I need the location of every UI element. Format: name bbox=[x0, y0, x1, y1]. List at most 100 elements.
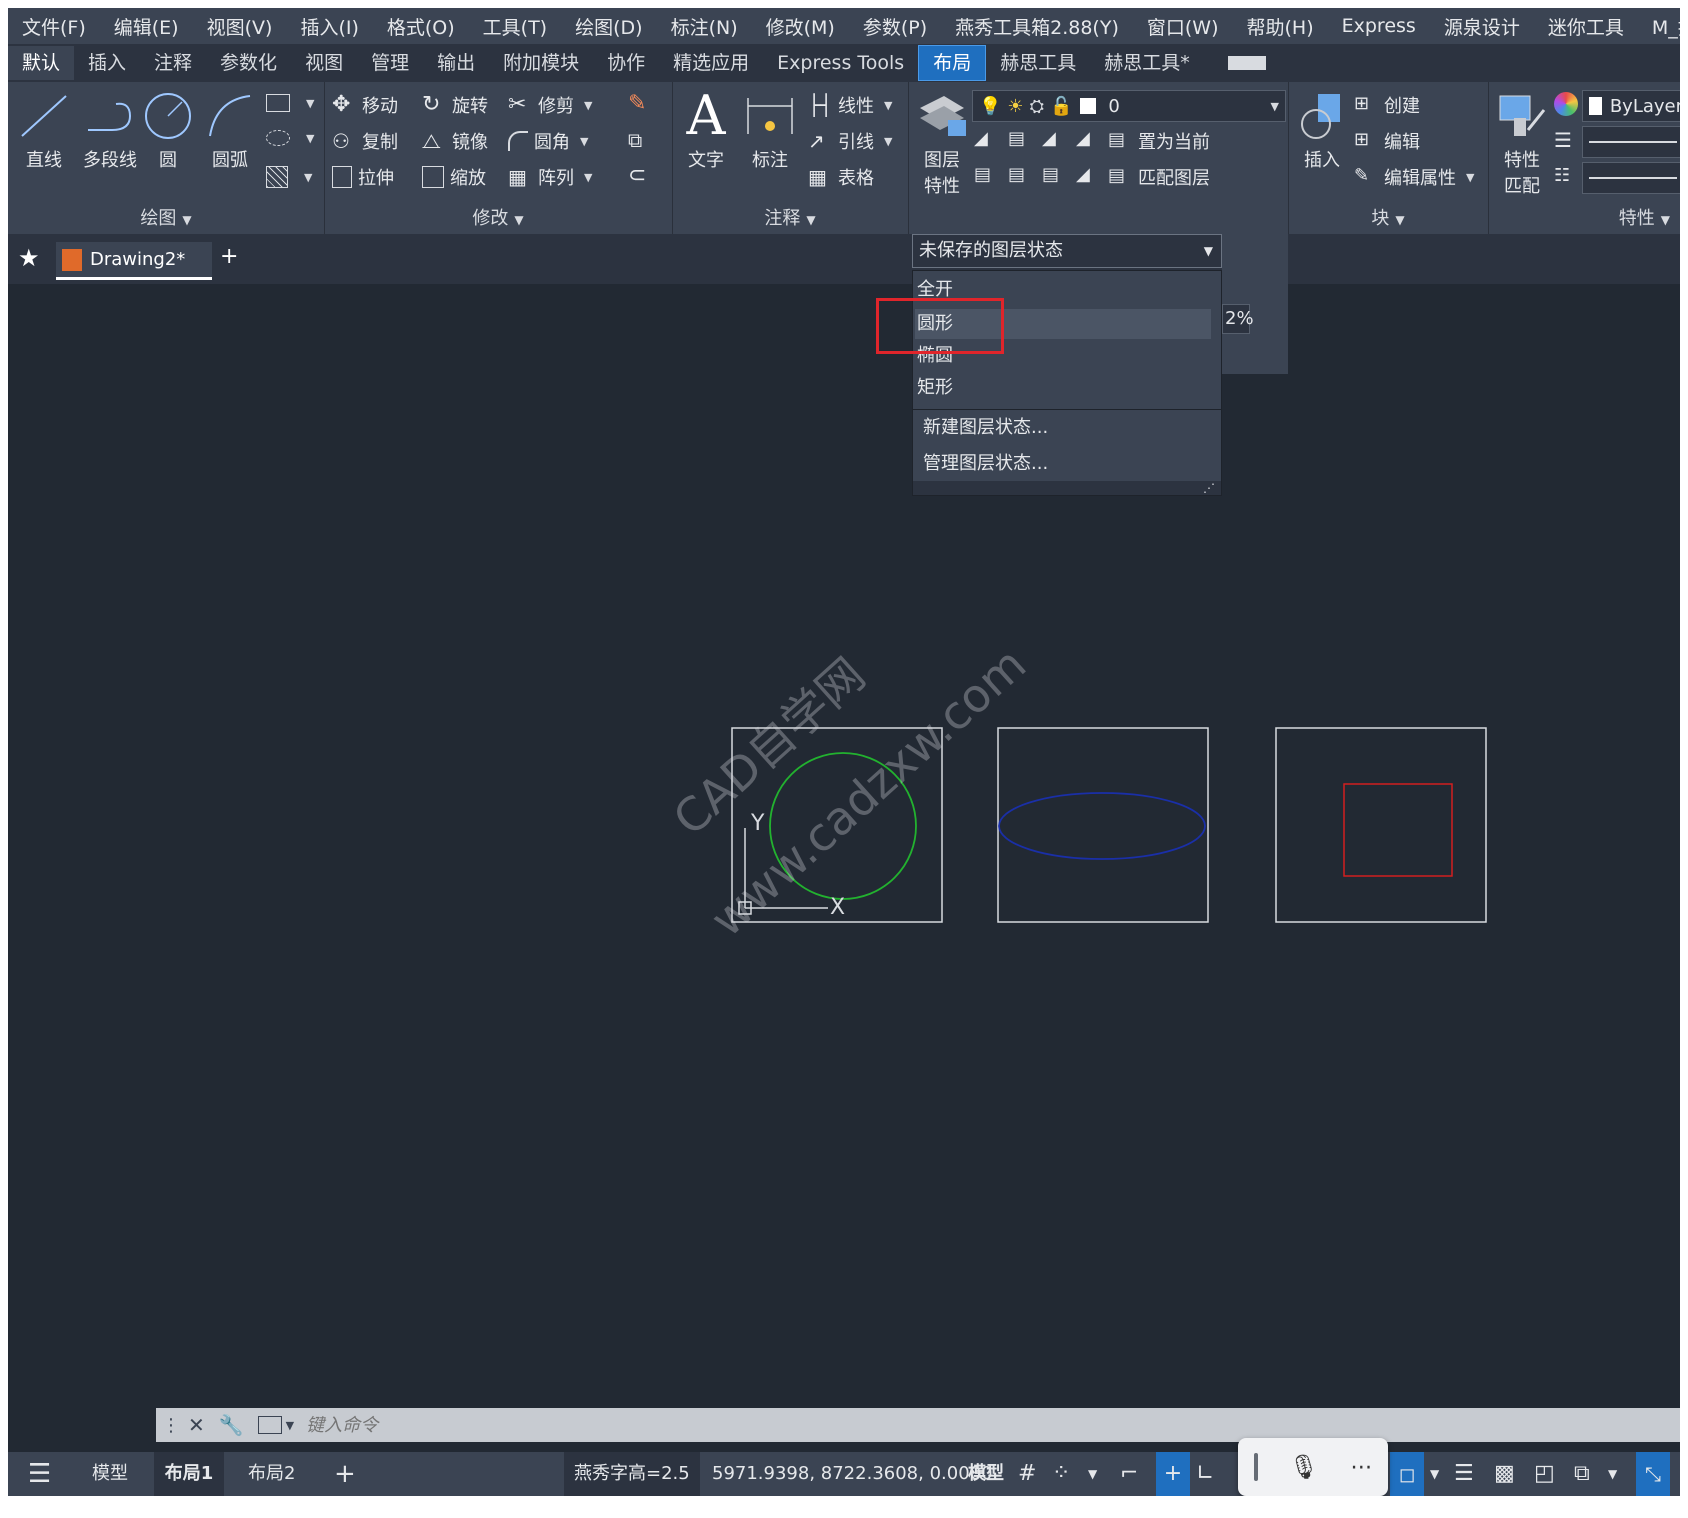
menu-edit[interactable]: 编辑(E) bbox=[100, 13, 193, 40]
layer-state-item-rectangle[interactable]: 矩形 bbox=[917, 373, 953, 403]
menu-batch-print[interactable]: M_批打印 bbox=[1638, 13, 1680, 40]
transparency-icon[interactable]: ▩ bbox=[1494, 1452, 1515, 1496]
move-button[interactable]: ✥ 移动 bbox=[332, 92, 398, 118]
rotate-button[interactable]: ↻ 旋转 bbox=[422, 92, 488, 118]
close-icon[interactable]: ✕ bbox=[188, 1413, 205, 1437]
menu-draw[interactable]: 绘图(D) bbox=[561, 13, 656, 40]
tab-featured[interactable]: 精选应用 bbox=[659, 46, 763, 80]
edit-attributes-button[interactable]: ✎ 编辑属性 ▼ bbox=[1354, 164, 1474, 190]
copy-button[interactable]: ⚇ 复制 bbox=[332, 128, 398, 154]
scale-button[interactable]: 缩放 bbox=[422, 164, 486, 190]
menu-param[interactable]: 参数(P) bbox=[849, 13, 941, 40]
tab-annotate[interactable]: 注释 bbox=[140, 46, 206, 80]
line-button[interactable]: 直线 bbox=[14, 90, 74, 172]
3d-osnap-icon[interactable]: ⧉ bbox=[1574, 1452, 1590, 1496]
viewport-frame-3[interactable] bbox=[1275, 727, 1487, 923]
menu-mini[interactable]: 迷你工具 bbox=[1534, 13, 1638, 40]
tab-manage[interactable]: 管理 bbox=[357, 46, 423, 80]
new-tab-plus-icon[interactable]: + bbox=[220, 244, 238, 269]
add-layout-plus-icon[interactable]: + bbox=[334, 1452, 356, 1496]
ribbon-minimize-icon[interactable] bbox=[1227, 56, 1266, 70]
tab-layout[interactable]: 布局 bbox=[918, 45, 987, 81]
linear-dim-button[interactable]: ├┤ 线性 ▼ bbox=[808, 92, 892, 118]
selection-cycling-icon[interactable]: ◰ bbox=[1534, 1452, 1555, 1496]
tab-hesi-2[interactable]: 赫思工具* bbox=[1090, 46, 1204, 80]
circle-button[interactable]: 圆 bbox=[138, 90, 198, 172]
grid-icon[interactable]: # bbox=[1018, 1452, 1036, 1496]
modify-panel-title[interactable]: 修改 ▼ bbox=[324, 204, 672, 230]
stretch-button[interactable]: 拉伸 bbox=[332, 164, 394, 190]
dimension-button[interactable]: 标注 bbox=[740, 90, 800, 172]
array-button[interactable]: ▦ 阵列 ▼ bbox=[508, 164, 592, 190]
trim-button[interactable]: ✂ 修剪 ▼ bbox=[508, 92, 592, 118]
draw-panel-title[interactable]: 绘图 ▼ bbox=[8, 204, 324, 230]
layer-properties-button[interactable]: 图层 特性 bbox=[912, 90, 972, 198]
menu-dimension[interactable]: 标注(N) bbox=[657, 13, 752, 40]
tab-view[interactable]: 视图 bbox=[291, 46, 357, 80]
menu-hamburger-icon[interactable]: ☰ bbox=[28, 1452, 51, 1496]
tab-hesi[interactable]: 赫思工具 bbox=[986, 46, 1090, 80]
3d-osnap-dropdown-icon[interactable]: ▼ bbox=[1608, 1452, 1617, 1496]
color-combo[interactable]: ByLayer bbox=[1582, 90, 1680, 122]
tab-collab[interactable]: 协作 bbox=[593, 46, 659, 80]
hatch-button[interactable]: ▼ bbox=[266, 166, 312, 188]
arc-button[interactable]: 圆弧 bbox=[200, 90, 260, 172]
menu-file[interactable]: 文件(F) bbox=[8, 13, 100, 40]
ellipse-button[interactable]: ▼ bbox=[266, 130, 314, 146]
explode-button[interactable]: ⧉ bbox=[628, 128, 658, 152]
layer-isolate-button[interactable]: ▤ bbox=[1008, 128, 1038, 152]
text-cursor-icon[interactable] bbox=[1253, 1453, 1258, 1481]
layer-unisolate-button[interactable]: ▤ bbox=[1008, 164, 1038, 188]
polyline-button[interactable]: 多段线 bbox=[74, 90, 146, 172]
block-panel-title[interactable]: 块 ▼ bbox=[1288, 204, 1488, 230]
linetype-combo[interactable] bbox=[1582, 162, 1680, 194]
tab-model[interactable]: 模型 bbox=[92, 1452, 128, 1496]
tab-default[interactable]: 默认 bbox=[8, 46, 75, 80]
ortho-icon[interactable]: ∟ bbox=[1196, 1452, 1214, 1496]
erase-button[interactable]: ✎ bbox=[628, 92, 658, 116]
leader-button[interactable]: ↗ 引线 ▼ bbox=[808, 128, 892, 154]
drawing-canvas[interactable]: Y X CAD自学网 www.cadzxw.com bbox=[8, 284, 1680, 1414]
partial-percentage-field[interactable]: 2% bbox=[1222, 304, 1254, 334]
layer-freeze-button[interactable]: ◢ bbox=[1042, 128, 1072, 152]
set-current-button[interactable]: ▤ 置为当前 bbox=[1108, 128, 1210, 154]
menu-yuanquan[interactable]: 源泉设计 bbox=[1430, 13, 1534, 40]
properties-panel-title[interactable]: 特性 ▼ bbox=[1488, 204, 1680, 230]
command-grip-icon[interactable]: ⋮ bbox=[162, 1415, 180, 1436]
tab-express-tools[interactable]: Express Tools bbox=[763, 46, 918, 80]
offset-button[interactable]: ⊂ bbox=[628, 164, 658, 188]
menu-tools[interactable]: 工具(T) bbox=[469, 13, 561, 40]
linetype-icon[interactable]: ☷ bbox=[1554, 164, 1584, 188]
ucs-toggle-icon[interactable]: ⤡ bbox=[1636, 1452, 1670, 1496]
command-input[interactable] bbox=[304, 1411, 1509, 1439]
document-tab[interactable]: Drawing2* bbox=[56, 242, 212, 280]
polar-icon[interactable]: ◻ bbox=[1390, 1452, 1424, 1496]
snap-icon[interactable]: ⁘ bbox=[1052, 1452, 1070, 1496]
layer-on-button[interactable]: ▤ bbox=[974, 164, 1004, 188]
new-layer-state-action[interactable]: 新建图层状态... bbox=[923, 413, 1048, 443]
layer-unlock-button[interactable]: ◢ bbox=[1076, 164, 1106, 188]
match-properties-button[interactable]: 特性 匹配 bbox=[1492, 90, 1552, 198]
tab-layout2[interactable]: 布局2 bbox=[248, 1452, 295, 1496]
tab-addins[interactable]: 附加模块 bbox=[489, 46, 593, 80]
menu-view[interactable]: 视图(V) bbox=[193, 13, 287, 40]
model-space-toggle[interactable]: 模型 bbox=[968, 1452, 1004, 1496]
edit-block-button[interactable]: ⊞ 编辑 bbox=[1354, 128, 1420, 154]
rectangle-button[interactable]: ▼ bbox=[266, 94, 314, 112]
layer-lock-button[interactable]: ◢ bbox=[1076, 128, 1106, 152]
manage-layer-state-action[interactable]: 管理图层状态... bbox=[923, 449, 1048, 479]
tab-insert[interactable]: 插入 bbox=[74, 46, 140, 80]
match-layer-button[interactable]: ▤ 匹配图层 bbox=[1108, 164, 1210, 190]
annotation-panel-title[interactable]: 注释 ▼ bbox=[672, 204, 908, 230]
layer-combo[interactable]: 💡 ☀ ⛭ 🔓 0 ▼ bbox=[972, 90, 1286, 122]
red-rectangle[interactable] bbox=[1343, 783, 1453, 877]
blue-ellipse[interactable] bbox=[998, 792, 1206, 860]
layer-state-combo[interactable]: 未保存的图层状态 ▼ bbox=[912, 234, 1222, 268]
menu-insert[interactable]: 插入(I) bbox=[286, 13, 372, 40]
text-button[interactable]: A 文字 bbox=[676, 89, 736, 172]
tab-output[interactable]: 输出 bbox=[423, 46, 489, 80]
menu-help[interactable]: 帮助(H) bbox=[1233, 13, 1328, 40]
command-history-icon[interactable] bbox=[257, 1416, 282, 1434]
insert-block-button[interactable]: 插入 bbox=[1292, 90, 1352, 172]
menu-modify[interactable]: 修改(M) bbox=[752, 13, 849, 40]
